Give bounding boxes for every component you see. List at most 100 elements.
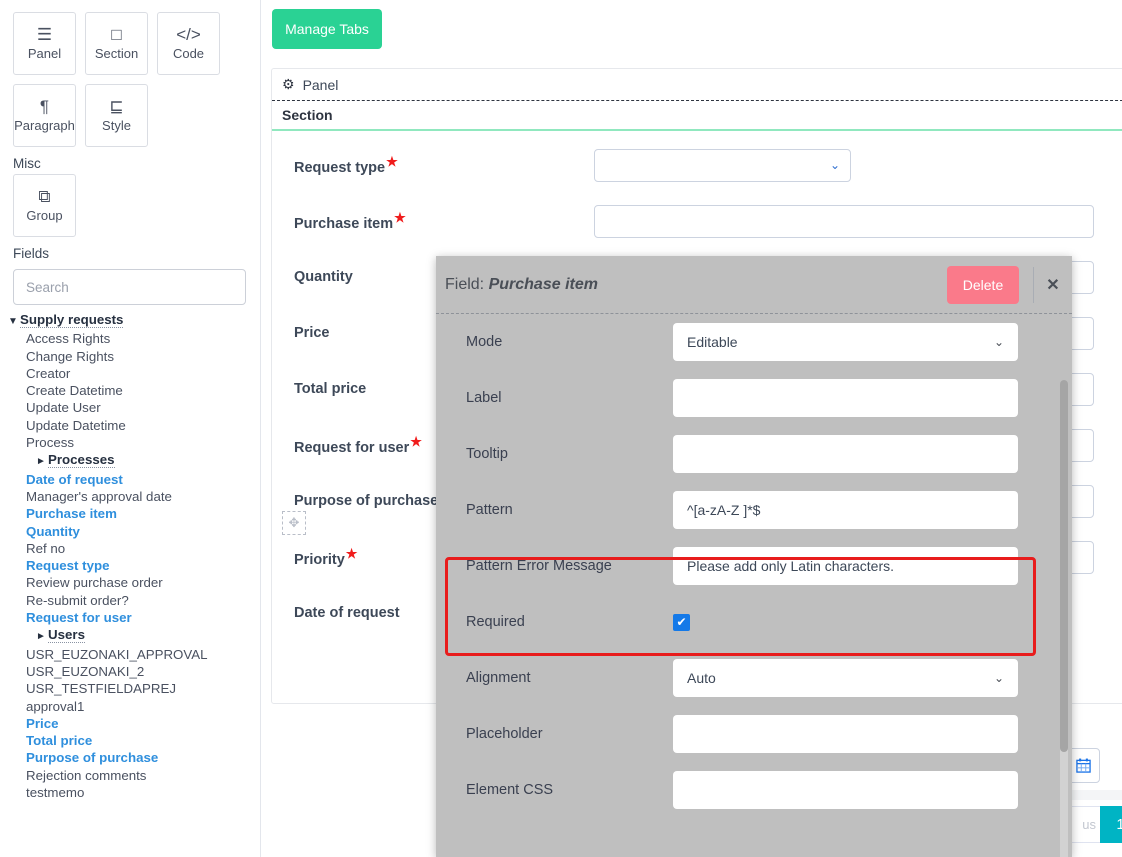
modal-scrollbar[interactable] (1060, 380, 1068, 857)
tree-item[interactable]: ► Users (0, 626, 260, 645)
tree-item[interactable]: Quantity (0, 523, 260, 540)
misc-heading: Misc (13, 156, 41, 171)
modal-row-label: Placeholder (466, 726, 543, 742)
form-label-text: Purpose of purchase (294, 493, 439, 509)
tool-button-code[interactable]: </> Code (157, 12, 220, 75)
tree-item-label: USR_EUZONAKI_APPROVAL (26, 646, 208, 662)
tree-item-label: Review purchase order (26, 575, 163, 591)
search-input[interactable] (13, 269, 246, 305)
tree-item[interactable]: Manager's approval date (0, 488, 260, 505)
modal-row-label: Label (466, 390, 502, 406)
tree-item[interactable]: Create Datetime (0, 382, 260, 399)
tree-item[interactable]: ▼ Supply requests (0, 311, 260, 330)
tree-item[interactable]: Total price (0, 732, 260, 749)
tree-item[interactable]: Re-submit order? (0, 592, 260, 609)
form-row-label: Purchase item★ (294, 210, 594, 232)
modal-row: Alignment Auto ⌄ (436, 650, 1072, 706)
tree-item-label: Quantity (26, 523, 80, 539)
tree-item-label: Purpose of purchase (26, 750, 159, 766)
modal-field-list: Mode Editable ⌄ Label Tooltip Pattern ^[a-zA-Z… (436, 314, 1072, 818)
modal-row: Mode Editable ⌄ (436, 314, 1072, 370)
move-handle-icon[interactable]: ✥ (282, 511, 306, 535)
required-star-icon: ★ (394, 210, 406, 226)
caret-icon[interactable]: ► (36, 453, 48, 470)
modal-text-input[interactable] (673, 771, 1018, 809)
modal-row: Tooltip (436, 426, 1072, 482)
caret-icon[interactable]: ► (36, 628, 48, 645)
modal-text-input[interactable] (673, 379, 1018, 417)
tree-item-label: Create Datetime (26, 383, 123, 399)
tool-button-group[interactable]: ⧉ Group (13, 174, 76, 237)
form-label-text: Price (294, 325, 330, 341)
modal-select[interactable]: Auto ⌄ (673, 659, 1018, 697)
tree-item[interactable]: USR_TESTFIELDAPREJ (0, 680, 260, 697)
tree-item-label: Price (26, 715, 59, 731)
fields-tree: ▼ Supply requests Access Rights Change Righ… (0, 305, 260, 801)
modal-text-input[interactable]: ^[a-zA-Z ]*$ (673, 491, 1018, 529)
tree-item[interactable]: Process (0, 434, 260, 451)
tree-item-label: Re-submit order? (26, 592, 129, 608)
tree-item[interactable]: ► Processes (0, 451, 260, 470)
panel-header[interactable]: ⚙ Panel (272, 69, 1122, 101)
tree-item[interactable]: Update Datetime (0, 417, 260, 434)
tree-item-label: Update User (26, 400, 101, 416)
chevron-down-icon: ⌄ (993, 335, 1004, 349)
tree-item[interactable]: Purpose of purchase (0, 749, 260, 766)
tree-item[interactable]: Access Rights (0, 330, 260, 347)
tree-item-label: Ref no (26, 540, 66, 556)
modal-title: Field: Purchase item (445, 276, 947, 294)
tree-item[interactable]: Change Rights (0, 348, 260, 365)
panel-title: Panel (302, 76, 339, 93)
tool-label: Style (102, 118, 131, 133)
tool-button-panel[interactable]: ☰ Panel (13, 12, 76, 75)
status-badge[interactable]: 1 (1100, 806, 1122, 843)
modal-text-value: Please add only Latin characters. (687, 558, 895, 574)
modal-scrollbar-thumb[interactable] (1060, 380, 1068, 752)
tree-item[interactable]: Date of request (0, 471, 260, 488)
tree-item-label: Processes (48, 452, 115, 469)
form-text-input[interactable] (594, 204, 1094, 238)
tool-button-paragraph[interactable]: ¶ Paragraph (13, 84, 76, 147)
tree-item[interactable]: Price (0, 715, 260, 732)
tree-item-label: Creator (26, 365, 71, 381)
modal-text-input[interactable] (673, 435, 1018, 473)
tree-item-label: USR_TESTFIELDAPREJ (26, 681, 176, 697)
modal-row: Element CSS (436, 762, 1072, 818)
required-checkbox[interactable]: ✔ (673, 613, 690, 631)
tree-item[interactable]: testmemo (0, 784, 260, 801)
tree-item[interactable]: Ref no (0, 540, 260, 557)
modal-text-input[interactable]: Please add only Latin characters. (673, 547, 1018, 585)
tree-item[interactable]: Request type (0, 557, 260, 574)
css-style-icon: ⊑ (109, 97, 124, 116)
tree-item[interactable]: Review purchase order (0, 574, 260, 591)
tree-item[interactable]: Request for user (0, 609, 260, 626)
chevron-down-icon: ⌄ (993, 671, 1004, 685)
tree-item[interactable]: Update User (0, 399, 260, 416)
section-header[interactable]: Section (272, 101, 1122, 131)
tree-item[interactable]: Purchase item (0, 505, 260, 522)
tool-label: Paragraph (14, 118, 75, 133)
form-select[interactable]: ⌄ (594, 148, 851, 182)
modal-select-value: Auto (687, 670, 716, 686)
tree-item[interactable]: USR_EUZONAKI_2 (0, 663, 260, 680)
tool-button-style[interactable]: ⊑ Style (85, 84, 148, 147)
tree-item[interactable]: Creator (0, 365, 260, 382)
tree-item[interactable]: USR_EUZONAKI_APPROVAL (0, 646, 260, 663)
modal-body: Mode Editable ⌄ Label Tooltip Pattern ^[a-zA-Z… (436, 314, 1072, 857)
tree-item[interactable]: approval1 (0, 698, 260, 715)
modal-text-value: ^[a-zA-Z ]*$ (687, 502, 761, 518)
caret-icon[interactable]: ▼ (8, 313, 20, 330)
manage-tabs-button[interactable]: Manage Tabs (272, 9, 382, 49)
list-panel-icon: ☰ (36, 25, 53, 44)
tool-button-section[interactable]: □ Section (85, 12, 148, 75)
modal-text-input[interactable] (673, 715, 1018, 753)
delete-button[interactable]: Delete (947, 265, 1019, 304)
form-row: Request type★ ⌄ (272, 137, 1122, 193)
search-wrapper (0, 264, 260, 305)
close-icon[interactable]: ✕ (1033, 266, 1072, 303)
modal-select[interactable]: Editable ⌄ (673, 323, 1018, 361)
tree-item-label: Request for user (26, 610, 132, 626)
tree-item[interactable]: Rejection comments (0, 767, 260, 784)
gears-icon: ⚙ (282, 76, 295, 92)
form-label-text: Request type (294, 159, 386, 176)
